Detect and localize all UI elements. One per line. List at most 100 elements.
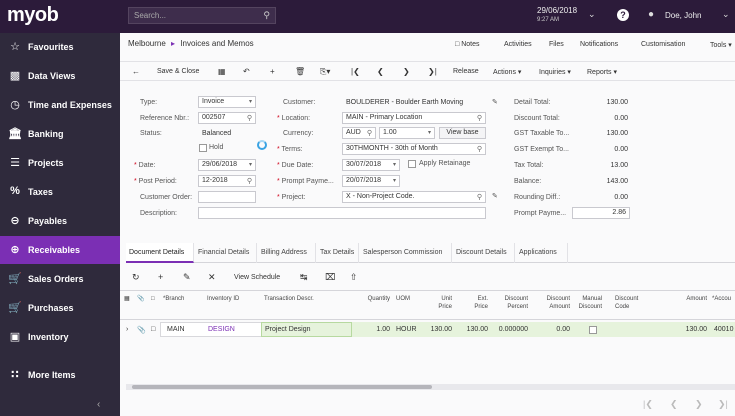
description-input[interactable] xyxy=(198,207,486,219)
last-page-icon[interactable]: ❯| xyxy=(718,399,728,410)
copy-paste-icon[interactable]: ⎘▾ xyxy=(320,67,330,77)
apply-retainage-checkbox[interactable] xyxy=(408,160,416,168)
tab-billing-address[interactable]: Billing Address xyxy=(258,243,316,263)
add-icon[interactable]: + xyxy=(270,67,275,76)
reference-nbr-input[interactable]: 002507 ⚲ xyxy=(198,112,256,124)
col-amount[interactable]: Amount xyxy=(673,295,707,303)
col-quantity[interactable]: Quantity xyxy=(352,295,390,303)
col-account[interactable]: *Accou xyxy=(712,295,731,303)
sidebar-item-banking[interactable]: 🏛 Banking xyxy=(0,120,120,148)
customer-order-input[interactable] xyxy=(198,191,256,203)
export-excel-icon[interactable]: ⌧ xyxy=(325,272,335,283)
search-icon[interactable]: ⚲ xyxy=(263,10,270,21)
due-date-input[interactable]: 30/07/2018 ▾ xyxy=(342,159,400,171)
row-expand-chevron-icon[interactable]: › xyxy=(126,326,128,333)
terms-input[interactable]: 30THMONTH - 30th of Month ⚲ xyxy=(342,143,486,155)
row-attachment-icon[interactable]: 📎 xyxy=(137,326,146,334)
row-note-icon[interactable]: □ xyxy=(151,326,155,333)
type-select[interactable]: Invoice ▾ xyxy=(198,96,256,108)
user-icon[interactable]: ● xyxy=(648,9,654,20)
sidebar-item-more-items[interactable]: ∷ More Items xyxy=(0,361,120,389)
table-row[interactable]: › 📎 □ MAIN DESIGN Project Design 1.00 HO… xyxy=(120,322,735,337)
sidebar-item-purchases[interactable]: 🛒 Purchases xyxy=(0,294,120,322)
search-icon[interactable]: ⚲ xyxy=(477,145,482,153)
previous-page-icon[interactable]: ❮ xyxy=(670,399,678,410)
first-page-icon[interactable]: |❮ xyxy=(643,399,653,410)
search-icon[interactable]: ⚲ xyxy=(477,114,482,122)
hold-checkbox[interactable] xyxy=(199,144,207,152)
currency-input[interactable]: AUD ⚲ xyxy=(342,127,376,139)
user-name[interactable]: Doe, John xyxy=(665,11,701,20)
sidebar-item-time-expenses[interactable]: ◷ Time and Expenses xyxy=(0,91,120,119)
view-base-button[interactable]: View base xyxy=(439,127,486,139)
last-record-icon[interactable]: ❯| xyxy=(428,67,437,76)
col-manual-discount[interactable]: Manual Discount xyxy=(572,295,602,311)
col-branch[interactable]: *Branch xyxy=(163,295,184,303)
reports-menu[interactable]: Reports ▾ xyxy=(587,68,617,76)
col-ext-price[interactable]: Ext. Price xyxy=(466,295,488,311)
cell-discount-percent[interactable]: 0.000000 xyxy=(488,326,528,333)
sidebar-item-sales-orders[interactable]: 🛒 Sales Orders xyxy=(0,265,120,293)
sidebar-item-projects[interactable]: ☰ Projects xyxy=(0,149,120,177)
undo-icon[interactable]: ↶ xyxy=(243,67,250,76)
myob-logo[interactable]: myob xyxy=(7,4,59,27)
search-input[interactable]: Search... ⚲ xyxy=(128,7,276,24)
delete-icon[interactable]: 🗑 xyxy=(295,67,305,76)
release-button[interactable]: Release xyxy=(453,68,479,75)
first-record-icon[interactable]: |❮ xyxy=(351,67,360,76)
tab-discount-details[interactable]: Discount Details xyxy=(453,243,515,263)
sidebar-item-data-views[interactable]: ▩ Data Views xyxy=(0,62,120,90)
col-inventory-id[interactable]: Inventory ID xyxy=(207,295,239,303)
prompt-payment-amount-input[interactable]: 2.86 xyxy=(572,207,630,219)
cell-transaction-descr[interactable]: Project Design xyxy=(265,326,311,333)
breadcrumb-company[interactable]: Melbourne xyxy=(128,39,166,48)
sidebar-item-payables[interactable]: ⊖ Payables xyxy=(0,207,120,235)
search-icon[interactable]: ⚲ xyxy=(247,114,252,122)
notes-link[interactable]: □ Notes xyxy=(455,41,479,48)
post-period-input[interactable]: 12-2018 ⚲ xyxy=(198,175,256,187)
help-icon[interactable]: ? xyxy=(617,9,629,21)
sidebar-item-receivables[interactable]: ⊕ Receivables xyxy=(0,236,120,264)
project-input[interactable]: X - Non-Project Code. ⚲ xyxy=(342,191,486,203)
tab-document-details[interactable]: Document Details xyxy=(126,243,194,263)
fit-columns-icon[interactable]: ↹ xyxy=(300,272,308,283)
refresh-icon[interactable]: ↻ xyxy=(132,272,140,283)
date-input[interactable]: 29/06/2018 ▾ xyxy=(198,159,256,171)
cell-unit-price[interactable]: 130.00 xyxy=(420,326,452,333)
search-icon[interactable]: ⚲ xyxy=(477,193,482,201)
location-input[interactable]: MAIN - Primary Location ⚲ xyxy=(342,112,486,124)
cell-discount-amount[interactable]: 0.00 xyxy=(532,326,570,333)
collapse-sidebar-icon[interactable]: ‹ xyxy=(97,399,100,410)
col-transaction-descr[interactable]: Transaction Descr. xyxy=(264,295,314,303)
cell-manual-discount-checkbox[interactable] xyxy=(589,326,597,334)
files-link[interactable]: Files xyxy=(549,41,564,48)
col-discount-percent[interactable]: Discount Percent xyxy=(492,295,528,311)
customer-value[interactable]: BOULDERER - Boulder Earth Moving xyxy=(346,99,463,106)
cell-quantity[interactable]: 1.00 xyxy=(352,326,390,333)
search-icon[interactable]: ⚲ xyxy=(247,177,252,185)
edit-project-pencil-icon[interactable]: ✎ xyxy=(492,192,498,200)
col-unit-price[interactable]: Unit Price xyxy=(428,295,452,311)
inquiries-menu[interactable]: Inquiries ▾ xyxy=(539,68,571,76)
next-record-icon[interactable]: ❯ xyxy=(403,67,410,76)
business-date[interactable]: 29/06/2018 xyxy=(537,6,577,15)
cell-inventory-id[interactable]: DESIGN xyxy=(208,326,235,333)
activities-link[interactable]: Activities xyxy=(504,41,532,48)
tab-salesperson-commission[interactable]: Salesperson Commission xyxy=(360,243,452,263)
date-chevron-down-icon[interactable]: ⌄ xyxy=(588,9,596,20)
previous-record-icon[interactable]: ❮ xyxy=(377,67,384,76)
customisation-link[interactable]: Customisation xyxy=(641,41,685,48)
tools-link[interactable]: Tools ▾ xyxy=(710,41,732,49)
user-chevron-down-icon[interactable]: ⌄ xyxy=(722,9,730,20)
col-discount-code[interactable]: Discount Code xyxy=(615,295,645,311)
save-icon[interactable]: ▦ xyxy=(218,67,226,76)
sidebar-item-favourites[interactable]: ☆ Favourites xyxy=(0,33,120,61)
cell-branch[interactable]: MAIN xyxy=(167,326,185,333)
horizontal-scrollbar[interactable] xyxy=(126,384,735,390)
cell-account[interactable]: 40010 xyxy=(714,326,733,333)
edit-row-pencil-icon[interactable]: ✎ xyxy=(183,272,191,283)
cell-uom[interactable]: HOUR xyxy=(396,326,417,333)
edit-customer-pencil-icon[interactable]: ✎ xyxy=(492,98,498,106)
actions-menu[interactable]: Actions ▾ xyxy=(493,68,521,76)
upload-icon[interactable]: ⇧ xyxy=(350,272,358,283)
